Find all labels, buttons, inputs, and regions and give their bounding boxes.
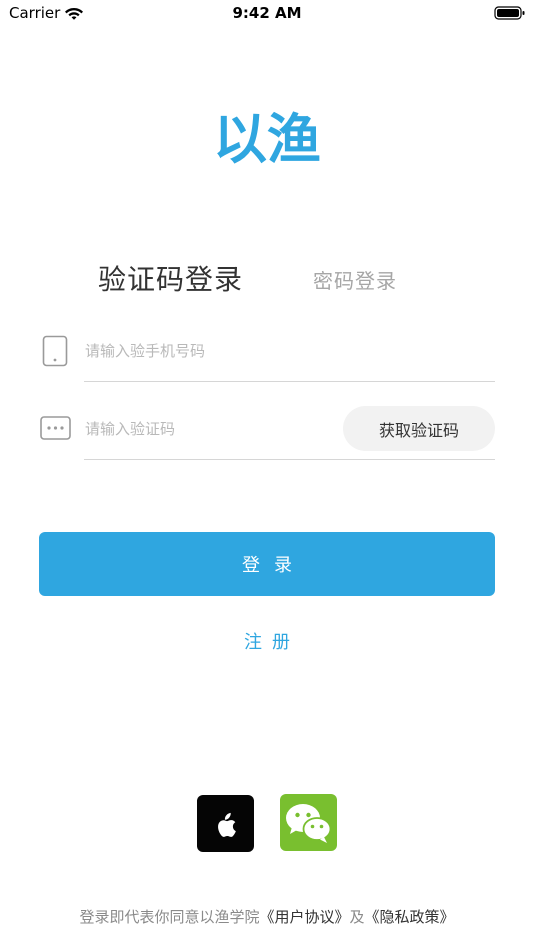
wechat-login-button[interactable] (280, 794, 337, 851)
tab-password-login[interactable]: 密码登录 (313, 265, 397, 294)
logo-text: 以渔 (213, 108, 321, 166)
dots-icon (40, 416, 71, 440)
clock: 9:42 AM (232, 4, 302, 22)
apple-login-button[interactable] (197, 795, 254, 852)
login-button[interactable]: 登录 (39, 532, 495, 596)
register-link[interactable]: 注册 (0, 628, 534, 654)
agreement-joiner: 及 (349, 908, 365, 926)
tab-sms-login[interactable]: 验证码登录 (98, 258, 243, 298)
battery-icon (494, 6, 525, 20)
apple-icon (218, 812, 236, 837)
wechat-icon (286, 804, 332, 843)
user-agreement-link[interactable]: 《用户协议》 (259, 908, 349, 926)
agreement-text: 登录即代表你同意以渔学院《用户协议》及《隐私政策》 (0, 906, 534, 927)
agreement-prefix: 登录即代表你同意以渔学院 (79, 908, 260, 926)
phone-icon (42, 335, 68, 367)
code-divider (84, 459, 495, 460)
phone-divider (84, 381, 495, 382)
privacy-policy-link[interactable]: 《隐私政策》 (365, 908, 455, 926)
phone-input[interactable] (85, 340, 485, 362)
yiyu-logo: 以渔 (213, 108, 321, 166)
code-input[interactable] (85, 418, 325, 440)
get-code-button[interactable]: 获取验证码 (343, 406, 495, 451)
